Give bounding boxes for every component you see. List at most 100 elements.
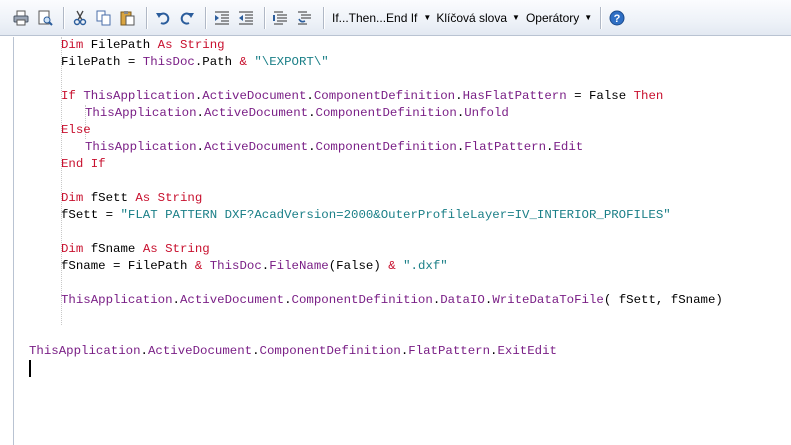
code-line: ThisApplication.ActiveDocument.Component… xyxy=(61,292,723,309)
redo-icon[interactable] xyxy=(176,7,198,29)
keyword-token: As String xyxy=(157,38,225,52)
ifthen-menu-label: If...Then...End If xyxy=(332,10,418,25)
chevron-down-icon: ▼ xyxy=(584,13,593,22)
comment-icon[interactable] xyxy=(270,7,292,29)
dot-token: . xyxy=(172,293,180,307)
object-token: ActiveDocument xyxy=(147,344,253,358)
object-token: HasFlatPattern xyxy=(462,89,567,103)
copy-icon[interactable] xyxy=(93,7,115,29)
keyword-token: End If xyxy=(61,157,106,171)
code-line: ThisApplication.ActiveDocument.Component… xyxy=(29,343,557,360)
code-line: ThisApplication.ActiveDocument.Component… xyxy=(85,105,509,122)
indent-icon[interactable] xyxy=(211,7,233,29)
object-token: ComponentDefinition xyxy=(315,106,457,120)
identifier-token: fSett = xyxy=(61,208,121,222)
toolbar-separator xyxy=(146,6,147,29)
object-token: ThisDoc xyxy=(209,259,262,273)
string-token: "FLAT PATTERN DXF?AcadVersion=2000&Outer… xyxy=(120,208,671,222)
dot-token: . xyxy=(140,344,148,358)
object-token: ActiveDocument xyxy=(179,293,285,307)
keywords-menu[interactable]: ▼ Klíčová slova ▼ xyxy=(420,7,523,29)
code-line: fSname = FilePath & ThisDoc.FileName(Fal… xyxy=(61,258,448,275)
dot-token: . xyxy=(196,106,204,120)
object-token: ActiveDocument xyxy=(203,106,309,120)
operators-menu-label: Operátory xyxy=(525,10,580,25)
svg-text:?: ? xyxy=(614,13,621,25)
object-token: FlatPattern xyxy=(464,140,547,154)
keyword-token: As String xyxy=(135,191,203,205)
keyword-token: Dim xyxy=(61,38,84,52)
keyword-token: Else xyxy=(61,123,91,137)
toolbar-separator xyxy=(205,6,206,29)
keyword-token: Dim xyxy=(61,242,84,256)
keyword-token: If xyxy=(61,89,76,103)
code-line: End If xyxy=(61,156,106,173)
operators-menu[interactable]: Operátory ▼ xyxy=(523,7,595,29)
cut-icon[interactable] xyxy=(69,7,91,29)
string-token: ".dxf" xyxy=(403,259,448,273)
string-token: "\EXPORT\" xyxy=(254,55,329,69)
print-icon[interactable] xyxy=(10,7,32,29)
toolbar: If...Then...End If ▼ Klíčová slova ▼ Ope… xyxy=(0,0,791,36)
dot-token: . xyxy=(455,89,463,103)
keyword-token: As String xyxy=(142,242,210,256)
object-token: DataIO xyxy=(440,293,485,307)
object-token: WriteDataToFile xyxy=(492,293,604,307)
identifier-token: FilePath xyxy=(83,38,158,52)
object-token: ActiveDocument xyxy=(203,140,309,154)
member-token: .Path xyxy=(194,55,240,69)
identifier-token: fSname xyxy=(83,242,143,256)
print-preview-icon[interactable] xyxy=(34,7,56,29)
toolbar-separator xyxy=(264,6,265,29)
keyword-token: Then xyxy=(633,89,664,103)
code-line: ThisApplication.ActiveDocument.Component… xyxy=(85,139,583,156)
identifier-token: (False) xyxy=(328,259,389,273)
object-token: ThisApplication xyxy=(29,344,141,358)
keywords-menu-label: Klíčová slova xyxy=(436,10,508,25)
object-token: ThisApplication xyxy=(85,140,197,154)
help-icon[interactable]: ? xyxy=(606,7,628,29)
code-line: Dim fSname As String xyxy=(61,241,210,258)
code-line: Dim FilePath As String xyxy=(61,37,225,54)
object-token: ComponentDefinition xyxy=(315,140,457,154)
toolbar-separator xyxy=(63,6,64,29)
object-token: ComponentDefinition xyxy=(313,89,456,103)
identifier-token: fSett xyxy=(83,191,136,205)
dot-token: . xyxy=(306,89,314,103)
indent-guide xyxy=(61,37,62,325)
dot-token: . xyxy=(196,140,204,154)
object-token: ThisApplication xyxy=(83,89,195,103)
operator-token: & xyxy=(239,55,247,69)
code-line: Else xyxy=(61,122,91,139)
toolbar-separator xyxy=(323,6,324,29)
object-token: FileName xyxy=(269,259,329,273)
outdent-icon[interactable] xyxy=(235,7,257,29)
paste-icon[interactable] xyxy=(117,7,139,29)
ifthen-menu[interactable]: If...Then...End If xyxy=(329,7,420,29)
uncomment-icon[interactable] xyxy=(294,7,316,29)
code-line: Dim fSett As String xyxy=(61,190,202,207)
object-token: Unfold xyxy=(464,106,509,120)
object-token: ExitEdit xyxy=(497,344,557,358)
identifier-token: FilePath = xyxy=(61,55,143,69)
code-line: fSett = "FLAT PATTERN DXF?AcadVersion=20… xyxy=(61,207,671,224)
code-line: If ThisApplication.ActiveDocument.Compon… xyxy=(61,88,663,105)
object-token: Edit xyxy=(553,140,584,154)
code-editor[interactable]: Dim FilePath As String FilePath = ThisDo… xyxy=(13,37,791,445)
chevron-down-icon: ▼ xyxy=(512,13,520,22)
operator-token: & xyxy=(388,259,396,273)
toolbar-separator xyxy=(600,6,602,29)
identifier-token: fSname = FilePath xyxy=(61,259,195,273)
keyword-token: Dim xyxy=(61,191,84,205)
dot-token: . xyxy=(308,140,316,154)
identifier-token: ( fSett, fSname) xyxy=(603,293,723,307)
object-token: ThisApplication xyxy=(61,293,173,307)
undo-icon[interactable] xyxy=(152,7,174,29)
object-token: ComponentDefinition xyxy=(259,344,401,358)
identifier-token: = False xyxy=(566,89,634,103)
dot-token: . xyxy=(308,106,316,120)
object-token: ThisDoc xyxy=(142,55,195,69)
object-token: ThisApplication xyxy=(85,106,197,120)
